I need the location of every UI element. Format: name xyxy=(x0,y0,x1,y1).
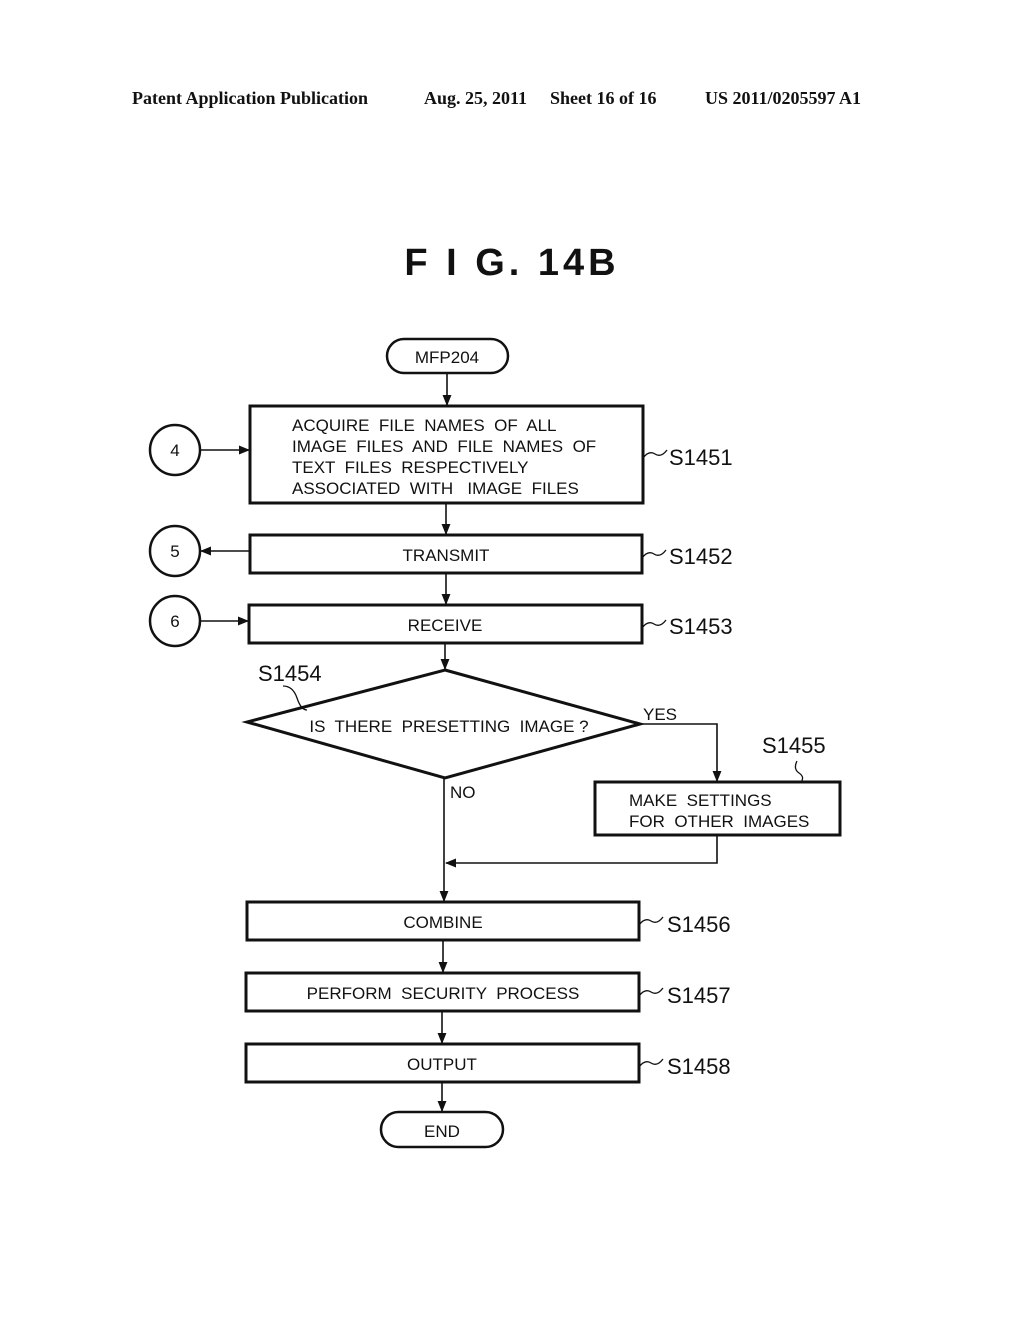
leader-s1455 xyxy=(794,760,804,783)
step-id-s1452: S1452 xyxy=(669,544,733,569)
step-id-s1456: S1456 xyxy=(667,912,731,937)
leader-s1458 xyxy=(638,1058,664,1068)
step-id-s1451: S1451 xyxy=(669,445,733,470)
leader-s1456 xyxy=(638,916,664,926)
leader-s1453 xyxy=(641,619,667,629)
step-id-s1458: S1458 xyxy=(667,1054,731,1079)
s1451-line-4: ASSOCIATED WITH IMAGE FILES xyxy=(292,479,579,498)
arrow-s1455-merge xyxy=(444,835,718,868)
s1455-line-1: MAKE SETTINGS xyxy=(629,791,772,810)
end-label: END xyxy=(424,1122,460,1141)
connector-6-label: 6 xyxy=(170,612,179,631)
leader-s1452 xyxy=(641,549,667,559)
leader-s1451 xyxy=(642,449,668,459)
s1453-label: RECEIVE xyxy=(408,616,483,635)
s1458-label: OUTPUT xyxy=(407,1055,477,1074)
s1451-line-1: ACQUIRE FILE NAMES OF ALL xyxy=(292,416,557,435)
no-branch-label: NO xyxy=(450,783,476,802)
s1456-label: COMBINE xyxy=(403,913,482,932)
step-id-s1455: S1455 xyxy=(762,733,826,758)
s1457-label: PERFORM SECURITY PROCESS xyxy=(307,984,580,1003)
s1451-line-3: TEXT FILES RESPECTIVELY xyxy=(292,458,529,477)
start-label: MFP204 xyxy=(415,348,479,367)
step-id-s1457: S1457 xyxy=(667,983,731,1008)
s1452-label: TRANSMIT xyxy=(403,546,490,565)
step-id-s1453: S1453 xyxy=(669,614,733,639)
step-id-s1454: S1454 xyxy=(258,661,322,686)
leader-s1457 xyxy=(638,987,664,997)
yes-branch-label: YES xyxy=(643,705,677,724)
s1455-line-2: FOR OTHER IMAGES xyxy=(629,812,809,831)
s1454-label: IS THERE PRESETTING IMAGE ? xyxy=(309,717,588,736)
connector-5-label: 5 xyxy=(170,542,179,561)
flowchart: MFP204 ACQUIRE FILE NAMES OF ALL IMAGE F… xyxy=(148,337,842,1149)
arrow-yes-to-s1455 xyxy=(640,723,722,783)
connector-4-label: 4 xyxy=(170,441,179,460)
s1451-line-2: IMAGE FILES AND FILE NAMES OF xyxy=(292,437,596,456)
